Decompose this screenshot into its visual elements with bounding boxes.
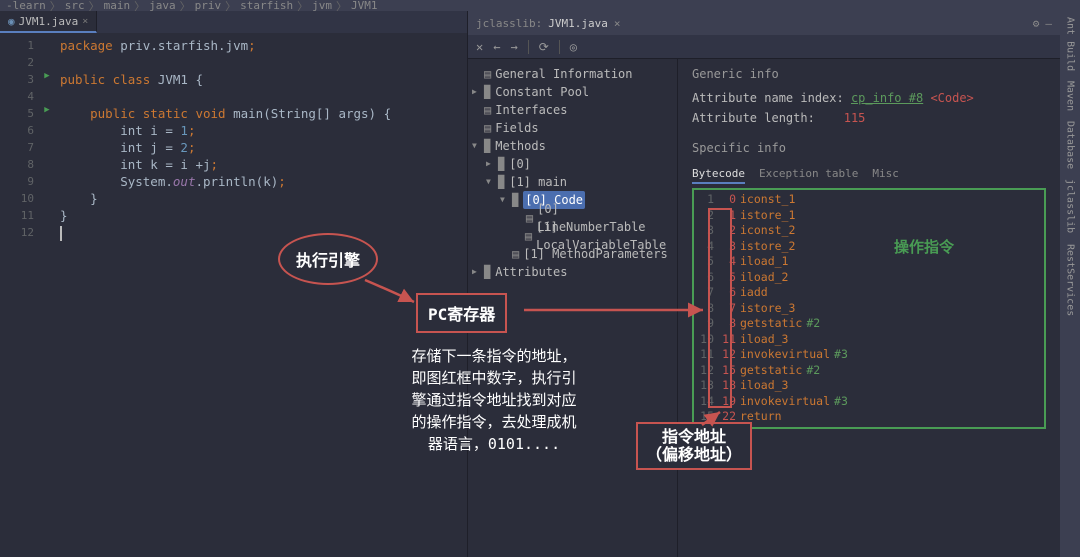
bytecode-row: 76iadd bbox=[696, 285, 1042, 301]
java-file-icon: ◉ bbox=[8, 15, 15, 28]
attr-length-label: Attribute length: bbox=[692, 111, 815, 125]
tree-node[interactable]: ▶▉[0] bbox=[472, 155, 673, 173]
close-icon[interactable]: ✕ bbox=[476, 40, 483, 54]
editor-tab[interactable]: ◉ JVM1.java × bbox=[0, 11, 97, 33]
tool-label: jclasslib: bbox=[476, 17, 542, 30]
refresh-icon[interactable]: ⟳ bbox=[539, 40, 549, 54]
bytecode-row: 98getstatic #2 bbox=[696, 316, 1042, 332]
breadcrumb-item[interactable]: starfish bbox=[240, 0, 293, 11]
run-gutter: ▶ ▶ bbox=[40, 33, 54, 557]
side-tool-jclasslib[interactable]: jclasslib bbox=[1065, 179, 1076, 233]
bytecode-row: 87istore_3 bbox=[696, 301, 1042, 317]
attr-name-index-label: Attribute name index: bbox=[692, 91, 844, 105]
run-icon[interactable]: ▶ bbox=[40, 71, 54, 88]
tab-exception-table[interactable]: Exception table bbox=[759, 167, 858, 184]
editor-tabbar: ◉ JVM1.java × bbox=[0, 11, 467, 33]
inspector-toolbar: ✕ ← → ⟳ ◎ bbox=[468, 35, 1060, 59]
inspector-pane: jclasslib: JVM1.java × ⚙ — ✕ ← → ⟳ ◎ ▤Ge… bbox=[468, 11, 1060, 557]
globe-icon[interactable]: ◎ bbox=[570, 40, 577, 54]
bytecode-row: 43istore_2 bbox=[696, 239, 1042, 255]
tree-node[interactable]: ▼▉Methods bbox=[472, 137, 673, 155]
side-tool-restservices[interactable]: RestServices bbox=[1065, 244, 1076, 316]
bytecode-box: 操作指令 10iconst_121istore_132iconst_243ist… bbox=[692, 188, 1046, 429]
cp-info-link[interactable]: cp_info #8 bbox=[851, 91, 923, 105]
tree-node[interactable]: ▤[1] MethodParameters bbox=[472, 245, 673, 263]
breadcrumb-item[interactable]: main bbox=[104, 0, 131, 11]
close-icon[interactable]: × bbox=[82, 16, 88, 27]
breadcrumb-item[interactable]: JVM1 bbox=[351, 0, 378, 11]
specific-info-heading: Specific info bbox=[692, 141, 1046, 155]
breadcrumb-item[interactable]: jvm bbox=[312, 0, 332, 11]
annotation-pc: PC寄存器 bbox=[416, 293, 507, 333]
minimize-icon[interactable]: — bbox=[1045, 17, 1052, 30]
tab-misc[interactable]: Misc bbox=[872, 167, 899, 184]
tree-node[interactable]: ▤[1] LocalVariableTable bbox=[472, 227, 673, 245]
bytecode-row: 1011iload_3 bbox=[696, 332, 1042, 348]
breadcrumb-item[interactable]: -learn bbox=[6, 0, 46, 11]
op-label: 操作指令 bbox=[894, 240, 954, 256]
tree-node[interactable]: ▼▉[1] main bbox=[472, 173, 673, 191]
close-icon[interactable]: × bbox=[614, 17, 621, 30]
breadcrumb-item[interactable]: priv bbox=[195, 0, 222, 11]
bytecode-row: 32iconst_2 bbox=[696, 223, 1042, 239]
tree-node[interactable]: ▶▉Constant Pool bbox=[472, 83, 673, 101]
breadcrumb-item[interactable]: src bbox=[65, 0, 85, 11]
cp-info-code: <Code> bbox=[930, 91, 973, 105]
bytecode-row: 1215getstatic #2 bbox=[696, 363, 1042, 379]
editor-pane: ◉ JVM1.java × 123456789101112 ▶ ▶ packag… bbox=[0, 11, 467, 557]
line-gutter: 123456789101112 bbox=[0, 33, 40, 557]
attr-length-value: 115 bbox=[844, 111, 866, 125]
bytecode-row: 54iload_1 bbox=[696, 254, 1042, 270]
inspector-tabbar: jclasslib: JVM1.java × ⚙ — bbox=[468, 11, 1060, 35]
tree-node[interactable]: ▤Fields bbox=[472, 119, 673, 137]
tab-label: JVM1.java bbox=[19, 15, 79, 28]
annotation-desc: 存储下一条指令的地址， 即图红框中数字，执行引 擎通过指令地址找到对应 的操作指… bbox=[398, 345, 590, 455]
bytecode-row: 10iconst_1 bbox=[696, 192, 1042, 208]
detail-tabs: Bytecode Exception table Misc bbox=[692, 167, 1046, 184]
breadcrumb: -learn〉src〉main〉java〉priv〉starfish〉jvm〉J… bbox=[0, 0, 1080, 11]
forward-icon[interactable]: → bbox=[510, 40, 517, 54]
tree-node[interactable]: ▶▉Attributes bbox=[472, 263, 673, 281]
back-icon[interactable]: ← bbox=[493, 40, 500, 54]
detail-panel: Generic info Attribute name index: cp_in… bbox=[678, 59, 1060, 557]
bytecode-row: 65iload_2 bbox=[696, 270, 1042, 286]
side-tool-maven[interactable]: Maven bbox=[1065, 81, 1076, 111]
bytecode-row: 21istore_1 bbox=[696, 208, 1042, 224]
run-icon[interactable]: ▶ bbox=[40, 105, 54, 122]
breadcrumb-item[interactable]: java bbox=[149, 0, 176, 11]
bytecode-row: 1318iload_3 bbox=[696, 378, 1042, 394]
inspector-file: JVM1.java bbox=[548, 17, 608, 30]
annotation-engine: 执行引擎 bbox=[278, 233, 378, 285]
annotation-addr-label: 指令地址 （偏移地址） bbox=[636, 422, 752, 470]
gear-icon[interactable]: ⚙ bbox=[1033, 17, 1040, 30]
bytecode-row: 1419invokevirtual #3 bbox=[696, 394, 1042, 410]
side-tool-ant-build[interactable]: Ant Build bbox=[1065, 17, 1076, 71]
tab-bytecode[interactable]: Bytecode bbox=[692, 167, 745, 184]
code-area[interactable]: package priv.starfish.jvm; public class … bbox=[54, 33, 467, 557]
bytecode-row: 1112invokevirtual #3 bbox=[696, 347, 1042, 363]
side-toolbar: Ant Build Maven Database jclasslib RestServi… bbox=[1060, 11, 1080, 557]
tree-node[interactable]: ▤General Information bbox=[472, 65, 673, 83]
tree-node[interactable]: ▤Interfaces bbox=[472, 101, 673, 119]
generic-info-heading: Generic info bbox=[692, 67, 1046, 81]
side-tool-database[interactable]: Database bbox=[1065, 121, 1076, 169]
